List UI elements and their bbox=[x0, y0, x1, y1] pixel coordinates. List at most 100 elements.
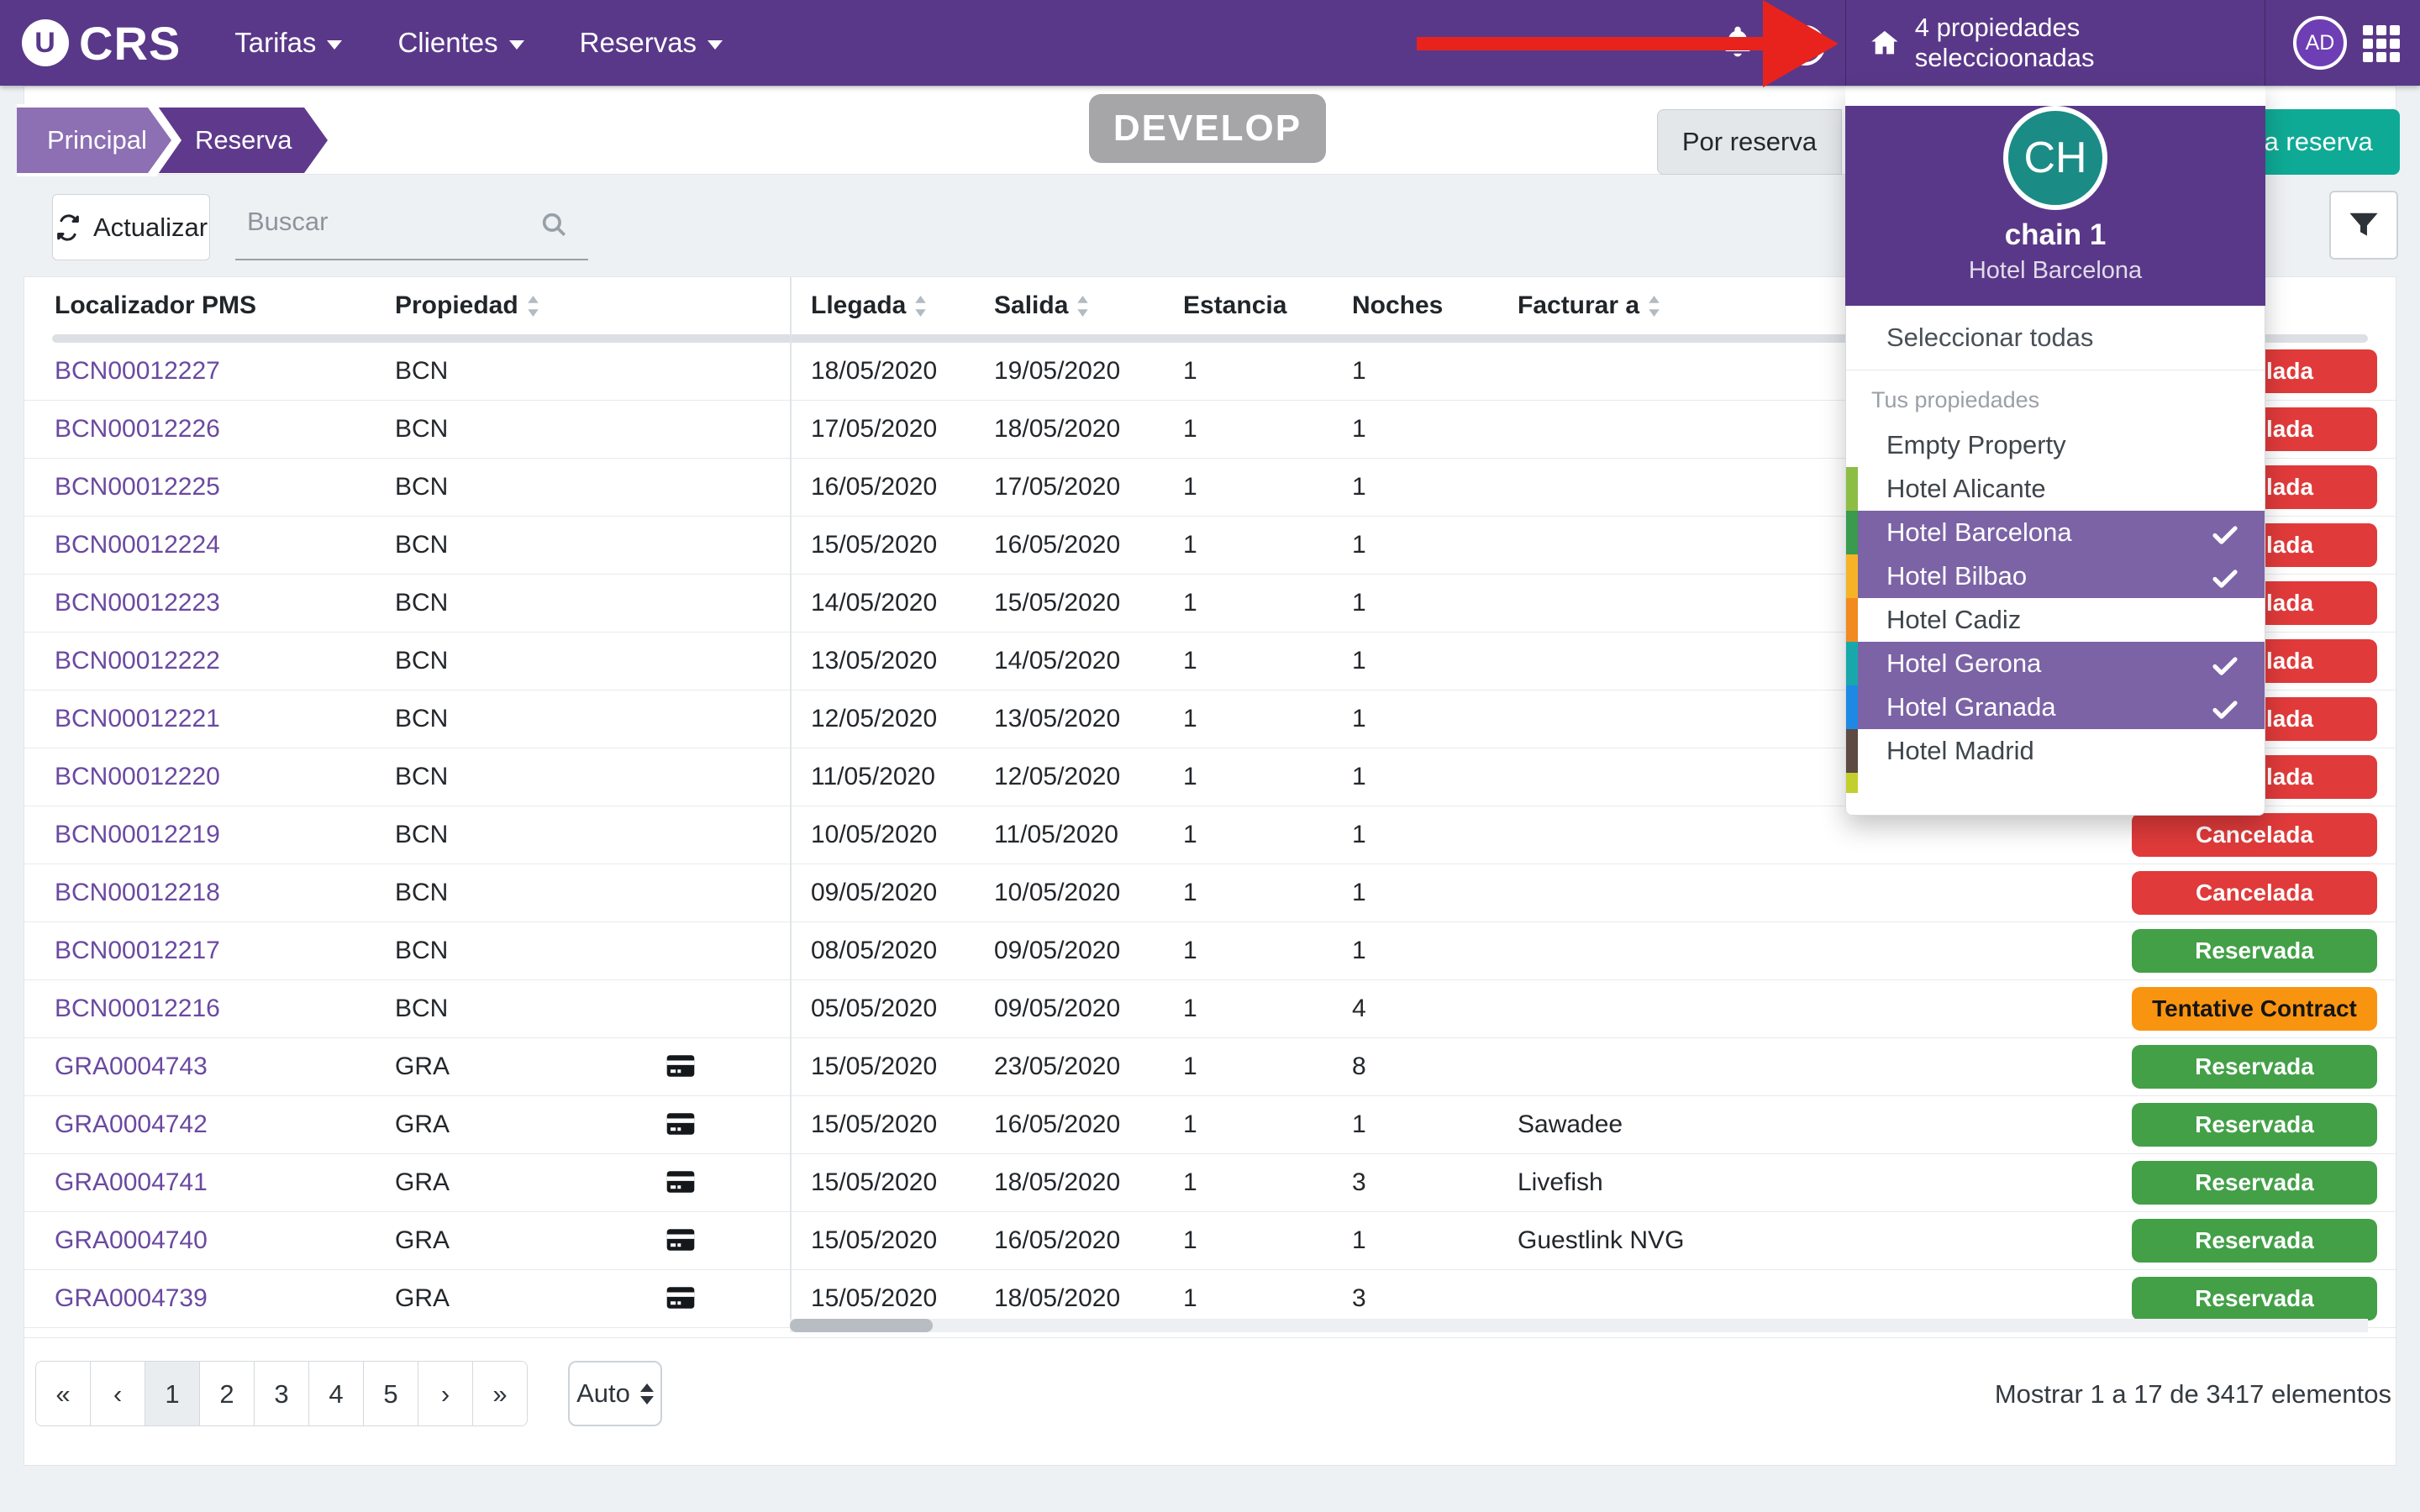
reservation-link[interactable]: BCN00012219 bbox=[55, 806, 220, 864]
property-label: Hotel Bilbao bbox=[1886, 561, 2027, 591]
app-logo[interactable]: U CRS bbox=[22, 16, 181, 71]
reservation-link[interactable]: GRA0004740 bbox=[55, 1212, 208, 1269]
page-button-prev[interactable]: ‹ bbox=[90, 1361, 145, 1426]
menu-tarifas[interactable]: Tarifas bbox=[234, 27, 342, 59]
dropdown-body: Seleccionar todas Tus propiedades Empty … bbox=[1845, 306, 2265, 816]
status-badge[interactable]: Reservada bbox=[2132, 929, 2377, 973]
table-row: BCN00012216 BCN 05/05/2020 09/05/2020 1 4 Tent… bbox=[24, 980, 2396, 1038]
property-item[interactable]: Empty Property bbox=[1846, 423, 2265, 467]
property-code: GRA bbox=[395, 1154, 450, 1211]
status-badge[interactable]: Tentative Contract bbox=[2132, 987, 2377, 1031]
property-label: Empty Property bbox=[1886, 430, 2066, 459]
frozen-column-divider bbox=[790, 277, 792, 1332]
page-button-1[interactable]: 1 bbox=[145, 1361, 200, 1426]
property-list: Empty Property Hotel AlicanteHotel Barcel… bbox=[1846, 423, 2265, 773]
nights-count: 1 bbox=[1352, 864, 1366, 921]
refresh-button[interactable]: Actualizar bbox=[52, 194, 210, 260]
reservation-link[interactable]: BCN00012223 bbox=[55, 575, 220, 632]
view-toggle-por-reserva-button[interactable]: Por reserva bbox=[1657, 109, 1842, 175]
column-label: Salida bbox=[994, 291, 1068, 320]
property-item[interactable]: Hotel Granada bbox=[1846, 685, 2265, 729]
search-input[interactable] bbox=[235, 188, 524, 237]
nights-count: 1 bbox=[1352, 748, 1366, 806]
property-label: Hotel Madrid bbox=[1886, 736, 2034, 765]
departure-date: 12/05/2020 bbox=[994, 748, 1120, 806]
apps-grid-icon[interactable] bbox=[2363, 25, 2400, 62]
stay-count: 1 bbox=[1183, 806, 1197, 864]
page-size-label: Auto bbox=[576, 1378, 630, 1409]
avatar[interactable]: AD bbox=[2293, 16, 2347, 70]
filter-button[interactable] bbox=[2329, 191, 2398, 260]
reservation-link[interactable]: BCN00012221 bbox=[55, 690, 220, 748]
reservation-link[interactable]: BCN00012216 bbox=[55, 980, 220, 1037]
departure-date: 09/05/2020 bbox=[994, 980, 1120, 1037]
property-item[interactable]: Hotel Alicante bbox=[1846, 467, 2265, 511]
page-button-5[interactable]: 5 bbox=[363, 1361, 418, 1426]
column-header-dep[interactable]: Salida bbox=[994, 277, 1089, 334]
table-row: BCN00012217BCN08/05/202009/05/202011Rese… bbox=[24, 922, 2396, 980]
property-item[interactable]: Hotel Madrid bbox=[1846, 729, 2265, 773]
reservation-link[interactable]: BCN00012225 bbox=[55, 459, 220, 516]
page-button-4[interactable]: 4 bbox=[308, 1361, 364, 1426]
reservation-link[interactable]: BCN00012226 bbox=[55, 401, 220, 458]
arrival-date: 10/05/2020 bbox=[811, 806, 937, 864]
reservation-link[interactable]: GRA0004743 bbox=[55, 1038, 208, 1095]
column-header-arr[interactable]: Llegada bbox=[811, 277, 927, 334]
property-item[interactable]: Hotel Gerona bbox=[1846, 642, 2265, 685]
reservation-link[interactable]: BCN00012220 bbox=[55, 748, 220, 806]
arrival-date: 15/05/2020 bbox=[811, 1038, 937, 1095]
status-badge[interactable]: Cancelada bbox=[2132, 871, 2377, 915]
property-selector-label: 4 propiedades seleccioonadas bbox=[1915, 13, 2265, 73]
property-color-bar bbox=[1846, 554, 1858, 598]
page: U CRS Tarifas Clientes Reservas 4 propieda… bbox=[0, 0, 2420, 1512]
stay-count: 1 bbox=[1183, 980, 1197, 1037]
property-selector-button[interactable]: 4 propiedades seleccioonadas bbox=[1845, 0, 2265, 86]
status-badge[interactable]: Cancelada bbox=[2132, 813, 2377, 857]
status-badge[interactable]: Reservada bbox=[2132, 1161, 2377, 1205]
page-button-2[interactable]: 2 bbox=[199, 1361, 255, 1426]
status-badge[interactable]: Reservada bbox=[2132, 1045, 2377, 1089]
menu-reservas[interactable]: Reservas bbox=[580, 27, 723, 59]
arrival-date: 12/05/2020 bbox=[811, 690, 937, 748]
page-button-first[interactable]: « bbox=[35, 1361, 91, 1426]
nights-count: 8 bbox=[1352, 1038, 1366, 1095]
page-button-3[interactable]: 3 bbox=[254, 1361, 309, 1426]
reservation-link[interactable]: BCN00012227 bbox=[55, 343, 220, 400]
page-button-last[interactable]: » bbox=[472, 1361, 528, 1426]
chain-subtitle: Hotel Barcelona bbox=[1845, 257, 2265, 285]
select-all-item[interactable]: Seleccionar todas bbox=[1846, 306, 2265, 370]
property-label: Hotel Gerona bbox=[1886, 648, 2041, 678]
status-badge[interactable]: Reservada bbox=[2132, 1219, 2377, 1263]
status-badge[interactable]: Reservada bbox=[2132, 1277, 2377, 1320]
horizontal-scrollbar-thumb[interactable] bbox=[790, 1319, 933, 1332]
status-badge[interactable]: Reservada bbox=[2132, 1103, 2377, 1147]
arrival-date: 05/05/2020 bbox=[811, 980, 937, 1037]
stay-count: 1 bbox=[1183, 1096, 1197, 1153]
sort-icon bbox=[914, 296, 927, 317]
property-item[interactable]: Hotel Barcelona bbox=[1846, 511, 2265, 554]
bill-to: Sawadee bbox=[1518, 1096, 1623, 1153]
property-color-bar bbox=[1846, 773, 1858, 793]
property-code: BCN bbox=[395, 748, 448, 806]
menu-label: Clientes bbox=[397, 27, 497, 59]
menu-clientes[interactable]: Clientes bbox=[397, 27, 523, 59]
property-item[interactable]: Hotel Cadiz bbox=[1846, 598, 2265, 642]
breadcrumb-item-principal[interactable]: Principal bbox=[17, 108, 171, 173]
reservation-link[interactable]: BCN00012224 bbox=[55, 517, 220, 574]
page-size-select[interactable]: Auto bbox=[568, 1361, 662, 1426]
table-row: GRA0004742GRA15/05/202016/05/202011Sawad… bbox=[24, 1096, 2396, 1154]
reservation-link[interactable]: GRA0004739 bbox=[55, 1270, 208, 1327]
nights-count: 4 bbox=[1352, 980, 1366, 1037]
property-code: BCN bbox=[395, 980, 448, 1037]
page-button-next[interactable]: › bbox=[418, 1361, 473, 1426]
column-header-prop[interactable]: Propiedad bbox=[395, 277, 539, 334]
property-item[interactable]: Hotel Bilbao bbox=[1846, 554, 2265, 598]
search-icon[interactable] bbox=[539, 210, 568, 243]
column-header-bill[interactable]: Facturar a bbox=[1518, 277, 1660, 334]
column-label: Localizador PMS bbox=[55, 291, 256, 320]
reservation-link[interactable]: BCN00012218 bbox=[55, 864, 220, 921]
reservation-link[interactable]: BCN00012217 bbox=[55, 922, 220, 979]
reservation-link[interactable]: GRA0004742 bbox=[55, 1096, 208, 1153]
reservation-link[interactable]: BCN00012222 bbox=[55, 633, 220, 690]
reservation-link[interactable]: GRA0004741 bbox=[55, 1154, 208, 1211]
